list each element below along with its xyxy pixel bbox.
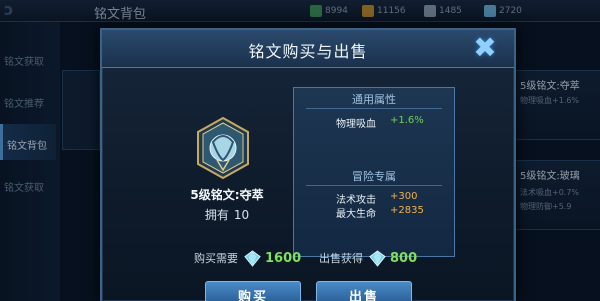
close-icon[interactable]: ✖ <box>470 34 500 62</box>
adventure-attributes-title: 冒险专属 <box>352 170 396 183</box>
owned-count: 拥有 10 <box>204 208 250 222</box>
general-attributes-title: 通用属性 <box>352 93 396 106</box>
sell-button[interactable]: 出售 <box>316 281 412 301</box>
item-name: 5级铭文:夺萃 <box>190 188 264 202</box>
divider <box>306 185 442 186</box>
dialog-header: 铭文购买与出售 ✖ <box>102 30 514 68</box>
attribute-panel: 通用属性 物理吸血 +1.6% 冒险专属 法术攻击 +300 最大生命 +283… <box>293 87 455 257</box>
inscription-emblem-icon <box>197 116 249 180</box>
buy-sell-dialog: 铭文购买与出售 ✖ 5级铭文:夺萃 拥有 10 通用属性 物理吸血 +1.6% 冒… <box>100 28 516 301</box>
gem-icon <box>369 249 386 267</box>
sell-gain: 出售获得 800 <box>319 249 418 267</box>
buy-cost: 购买需要 1600 <box>194 249 302 267</box>
buy-button[interactable]: 购买 <box>205 281 301 301</box>
gem-icon <box>244 249 261 267</box>
dialog-title: 铭文购买与出售 <box>248 42 368 61</box>
divider <box>306 108 442 109</box>
